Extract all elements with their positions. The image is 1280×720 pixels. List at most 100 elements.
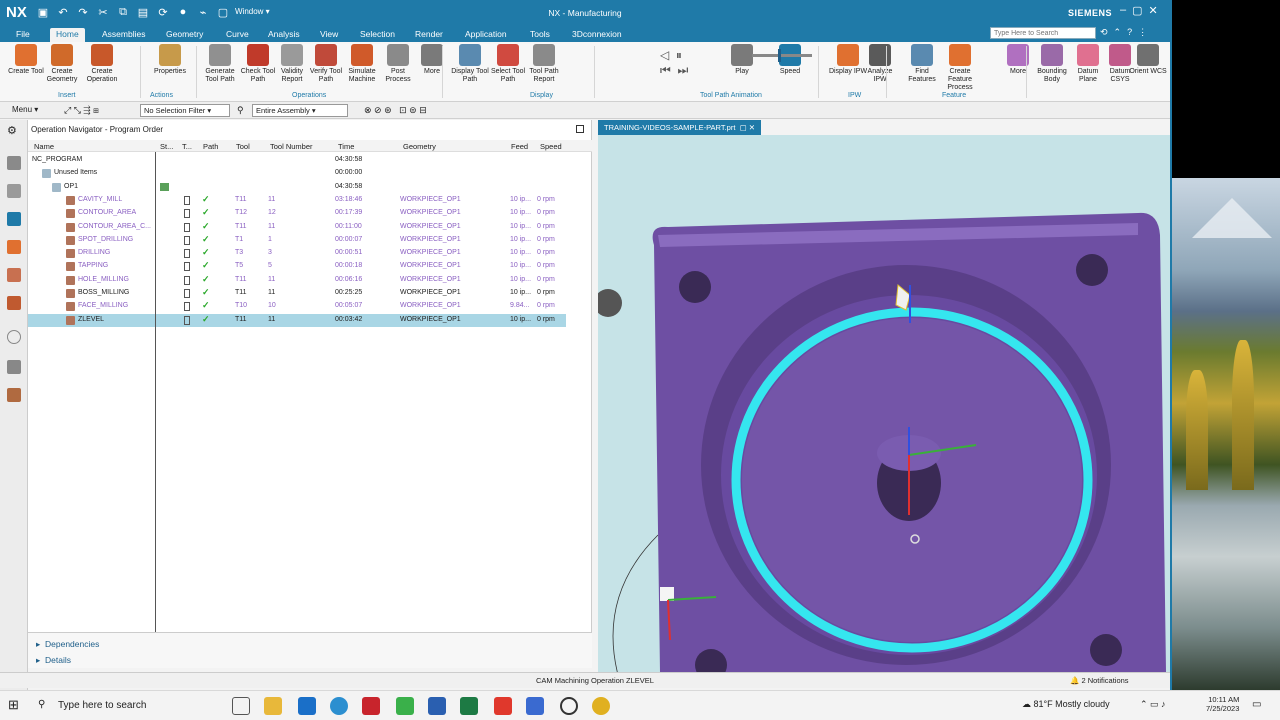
jetbrains-icon[interactable] <box>494 697 512 715</box>
minimize-icon[interactable]: – <box>1120 4 1126 17</box>
clock[interactable]: 10:11 AM 7/25/2023 <box>1206 695 1239 713</box>
word-icon[interactable] <box>428 697 446 715</box>
ribbon-button-simulate-machine[interactable]: Simulate Machine <box>342 44 382 84</box>
ribbon-button-create-operation[interactable]: Create Operation <box>82 44 122 84</box>
ribbon-button-create-tool[interactable]: Create Tool <box>6 44 46 76</box>
part-view[interactable] <box>598 135 1170 672</box>
history-icon[interactable] <box>7 330 21 344</box>
close-icon[interactable]: ✕ <box>1149 4 1158 17</box>
reuse-library-icon[interactable] <box>7 268 21 282</box>
maximize-icon[interactable]: ▢ <box>1132 4 1142 17</box>
nx-taskbar-icon[interactable] <box>362 697 380 715</box>
tab-file[interactable]: File <box>10 28 36 42</box>
animation-controls[interactable]: ◁ ⏸ ⏮ ⏭ <box>660 48 688 78</box>
navigator-row-nc-program[interactable]: NC_PROGRAM 04:30:58 <box>28 154 566 167</box>
github-icon[interactable] <box>560 697 578 715</box>
navigator-row-cavity-mill[interactable]: CAVITY_MILL ✓ T11 11 03:18:46 WORKPIECE_OP1 10… <box>28 194 566 207</box>
tab-curve[interactable]: Curve <box>220 28 255 42</box>
tab-tools[interactable]: Tools <box>524 28 556 42</box>
navigator-row-boss-milling[interactable]: BOSS_MILLING ✓ T11 11 00:25:25 WORKPIECE_OP1 1… <box>28 287 566 300</box>
navigator-row-tapping[interactable]: TAPPING ✓ T5 5 00:00:18 WORKPIECE_OP1 10 ip...… <box>28 260 566 273</box>
navigator-row-drilling[interactable]: DRILLING ✓ T3 3 00:00:51 WORKPIECE_OP1 10 ip..… <box>28 247 566 260</box>
navigator-row-face-milling[interactable]: FACE_MILLING ✓ T10 10 00:05:07 WORKPIECE_OP1 9… <box>28 300 566 313</box>
share-icon[interactable]: ⟲ <box>1100 27 1108 38</box>
tab-geometry[interactable]: Geometry <box>160 28 209 42</box>
tab-application[interactable]: Application <box>459 28 513 42</box>
tab-selection[interactable]: Selection <box>354 28 401 42</box>
snagit-icon[interactable] <box>396 697 414 715</box>
column-geometry[interactable]: Geometry <box>403 142 436 151</box>
roles-icon[interactable] <box>7 388 21 402</box>
file-explorer-icon[interactable] <box>264 697 282 715</box>
notification-center-icon[interactable]: ▭ <box>1252 699 1261 710</box>
notifications-indicator[interactable]: 🔔 2 Notifications <box>1070 676 1129 685</box>
ribbon-button-more[interactable]: More <box>412 44 452 76</box>
details-panel[interactable]: ▸ Details <box>36 655 71 666</box>
navigator-row-op1[interactable]: OP1 04:30:58 <box>28 181 566 194</box>
tab-assemblies[interactable]: Assemblies <box>96 28 151 42</box>
navigator-row-contour-area-c-[interactable]: CONTOUR_AREA_C... ✓ T11 11 00:11:00 WORKPIECE… <box>28 221 566 234</box>
tab-3dconnexion[interactable]: 3Dconnexion <box>566 28 628 42</box>
column-type[interactable]: T... <box>182 142 192 151</box>
navigator-row-unused-items[interactable]: Unused Items 00:00:00 <box>28 167 566 180</box>
navigator-row-spot-drilling[interactable]: SPOT_DRILLING ✓ T1 1 00:00:07 WORKPIECE_OP1 10… <box>28 234 566 247</box>
menu-button[interactable]: Menu ▾ <box>12 105 38 114</box>
ribbon-button-display-tool-path[interactable]: Display Tool Path <box>450 44 490 84</box>
ribbon-button-analyze-ipw[interactable]: Analyze IPW <box>860 44 900 84</box>
snap-icons[interactable]: ⊗ ⊘ ⊛ ⊡ ⊜ ⊟ <box>364 105 427 116</box>
ribbon-button-create-feature-process[interactable]: Create Feature Process <box>940 44 980 92</box>
assembly-navigator-icon[interactable] <box>7 184 21 198</box>
app-icon[interactable] <box>526 697 544 715</box>
outlook-icon[interactable] <box>298 697 316 715</box>
tray-icons[interactable]: ⌃ ▭ ♪ <box>1140 699 1166 710</box>
settings-icon[interactable]: ⚙ <box>7 124 21 138</box>
selection-icons[interactable]: ⤢ ⤡ ⇶ ⊞ <box>64 105 99 116</box>
part-navigator-icon[interactable] <box>7 156 21 170</box>
speed-slider[interactable] <box>752 49 812 62</box>
selection-filter-select[interactable]: No Selection Filter ▾ <box>140 104 230 117</box>
start-icon[interactable]: ⊞ <box>8 697 19 713</box>
chrome-icon[interactable] <box>592 697 610 715</box>
collapse-ribbon-icon[interactable]: ⌃ <box>1114 27 1122 38</box>
tab-analysis[interactable]: Analysis <box>262 28 306 42</box>
ribbon-button-speed[interactable]: Speed <box>770 44 810 76</box>
tab-home[interactable]: Home <box>50 28 85 42</box>
dependencies-panel[interactable]: ▸ Dependencies <box>36 639 99 650</box>
navigator-maximize-icon[interactable] <box>576 125 584 133</box>
tab-render[interactable]: Render <box>409 28 449 42</box>
help-search-input[interactable] <box>990 27 1096 39</box>
operation-navigator-icon[interactable] <box>7 212 21 226</box>
column-speed[interactable]: Speed <box>540 142 562 151</box>
tab-view[interactable]: View <box>314 28 344 42</box>
navigator-row-hole-milling[interactable]: HOLE_MILLING ✓ T11 11 00:06:16 WORKPIECE_OP1 1… <box>28 274 566 287</box>
ribbon-button-tool-path-report[interactable]: Tool Path Report <box>524 44 564 84</box>
ribbon-button-play[interactable]: Play <box>722 44 762 76</box>
assembly-scope-select[interactable]: Entire Assembly ▾ <box>252 104 348 117</box>
machine-tool-navigator-icon[interactable] <box>7 240 21 254</box>
ribbon-button-properties[interactable]: Properties <box>150 44 190 76</box>
feature-navigator-icon[interactable] <box>7 296 21 310</box>
ribbon-button-orient-wcs[interactable]: Orient WCS <box>1128 44 1168 76</box>
task-view-icon[interactable] <box>232 697 250 715</box>
ribbon-button-bounding-body[interactable]: Bounding Body <box>1032 44 1072 84</box>
navigator-row-zlevel[interactable]: ZLEVEL ✓ T11 11 00:03:42 WORKPIECE_OP1 10 ip..… <box>28 313 566 327</box>
excel-icon[interactable] <box>460 697 478 715</box>
speed-slider-thumb[interactable] <box>778 49 781 62</box>
column-path[interactable]: Path <box>203 142 218 151</box>
edge-icon[interactable] <box>330 697 348 715</box>
navigator-row-contour-area[interactable]: CONTOUR_AREA ✓ T12 12 00:17:39 WORKPIECE_OP1 1… <box>28 207 566 220</box>
column-time[interactable]: Time <box>338 142 354 151</box>
ribbon-button-select-tool-path[interactable]: Select Tool Path <box>488 44 528 84</box>
filter-icon[interactable]: ⚲ <box>237 105 244 116</box>
column-status[interactable]: St... <box>160 142 173 151</box>
weather-widget[interactable]: ☁ 81°F Mostly cloudy <box>1022 699 1110 710</box>
column-tool[interactable]: Tool <box>236 142 250 151</box>
column-name[interactable]: Name <box>34 142 54 151</box>
ribbon-button-find-features[interactable]: Find Features <box>902 44 942 84</box>
column-tool-number[interactable]: Tool Number <box>270 142 313 151</box>
column-feed[interactable]: Feed <box>511 142 528 151</box>
part-tab[interactable]: TRAINING-VIDEOS-SAMPLE-PART.prt ▢ ✕ <box>598 120 762 135</box>
system-materials-icon[interactable] <box>7 360 21 374</box>
ribbon-button-create-geometry[interactable]: Create Geometry <box>42 44 82 84</box>
ribbon-button-verify-tool-path[interactable]: Verify Tool Path <box>306 44 346 84</box>
